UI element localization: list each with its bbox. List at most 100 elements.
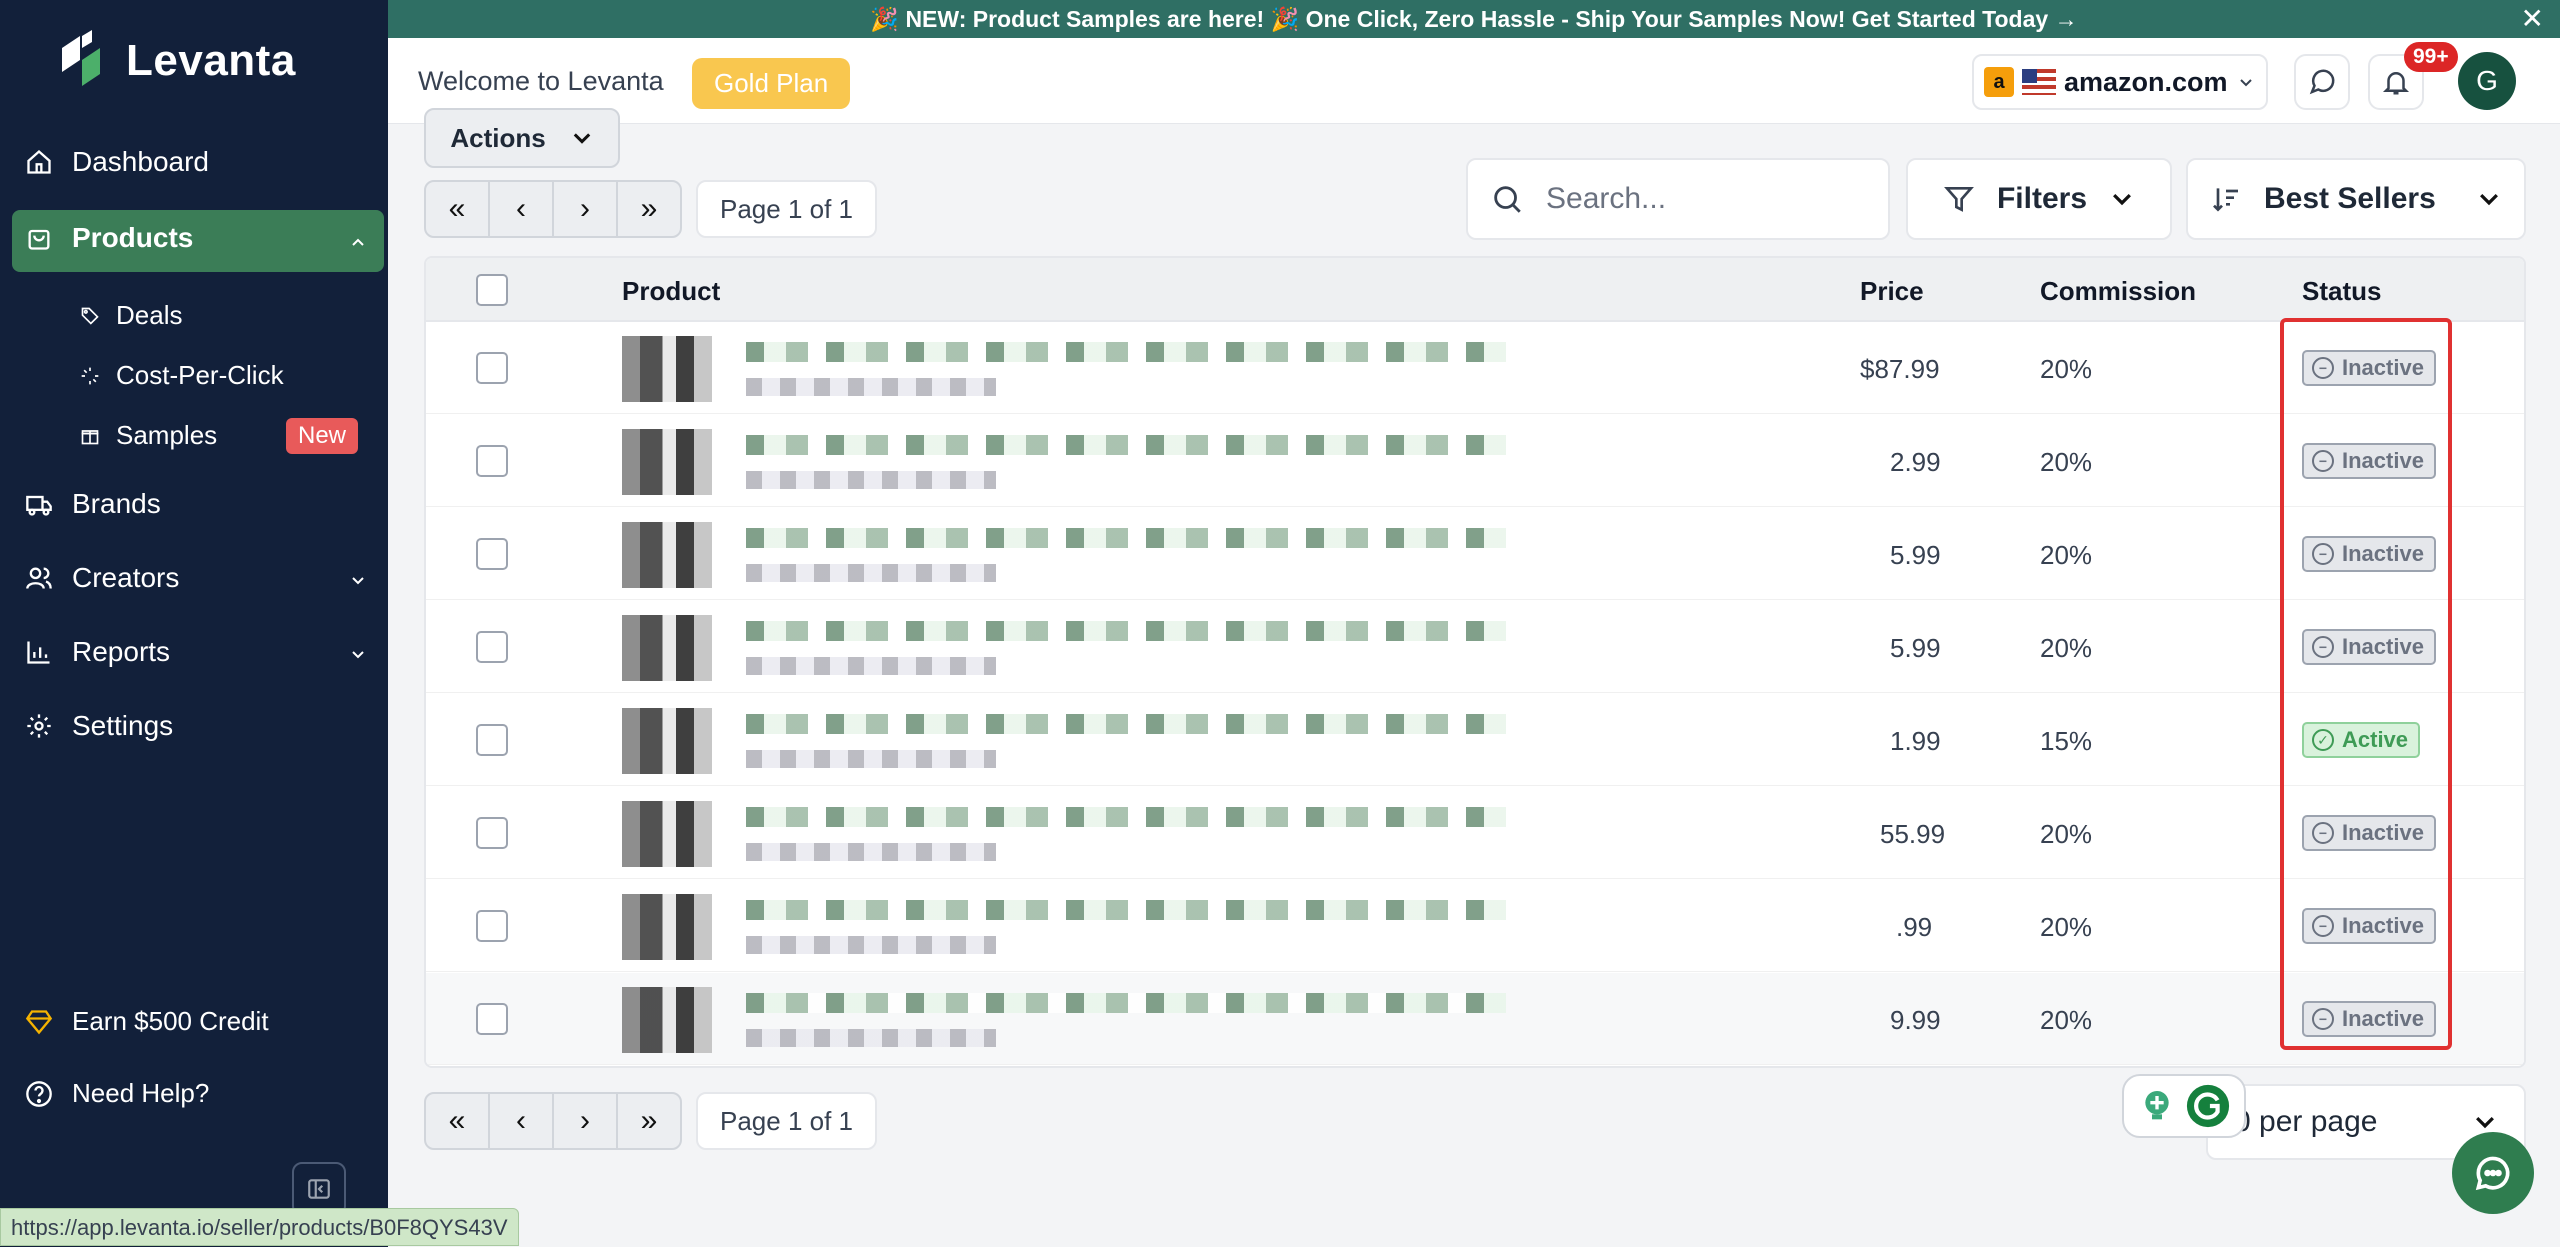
top-pagination: « ‹ › » Page 1 of 1 <box>424 180 877 238</box>
sidebar-subitem-cost-per-click[interactable]: Cost-Per-Click <box>80 360 284 391</box>
chevron-down-icon[interactable] <box>348 644 368 664</box>
first-page-button[interactable]: « <box>424 1092 490 1150</box>
sidebar-item-label: Brands <box>72 488 161 519</box>
gear-icon <box>24 711 54 741</box>
price-value: $87.99 <box>1860 354 1940 384</box>
earn-credit-label: Earn $500 Credit <box>72 1006 269 1036</box>
sort-dropdown[interactable]: Best Sellers <box>2186 158 2526 240</box>
sidebar-subitem-samples[interactable]: Samples <box>80 420 217 451</box>
row-checkbox[interactable] <box>476 631 508 663</box>
announcement-banner[interactable]: 🎉 NEW: Product Samples are here! 🎉 One C… <box>388 0 2560 38</box>
product-image[interactable] <box>622 801 712 867</box>
product-image[interactable] <box>622 987 712 1053</box>
product-image[interactable] <box>622 522 712 588</box>
row-checkbox[interactable] <box>476 1003 508 1035</box>
table-row[interactable]: $87.99 20% − Inactive <box>426 322 2524 414</box>
product-image[interactable] <box>622 894 712 960</box>
sidebar-subitem-label: Samples <box>116 420 218 450</box>
product-image[interactable] <box>622 708 712 774</box>
row-checkbox[interactable] <box>476 538 508 570</box>
row-checkbox[interactable] <box>476 445 508 477</box>
commission-value: 20% <box>2040 912 2093 942</box>
messages-button[interactable] <box>2294 54 2350 110</box>
bag-icon <box>24 223 54 253</box>
commission-value: 20% <box>2040 1005 2093 1035</box>
need-help-label: Need Help? <box>72 1078 210 1108</box>
product-image[interactable] <box>622 336 712 402</box>
table-row[interactable]: 55.99 20% − Inactive <box>426 787 2524 879</box>
gift-icon <box>81 429 99 444</box>
help-icon <box>24 1079 54 1109</box>
row-checkbox[interactable] <box>476 724 508 756</box>
product-title-redacted[interactable] <box>746 528 1506 548</box>
row-checkbox[interactable] <box>476 352 508 384</box>
row-checkbox[interactable] <box>476 817 508 849</box>
table-row[interactable]: .99 20% − Inactive <box>426 880 2524 972</box>
table-row[interactable]: 5.99 20% − Inactive <box>426 508 2524 600</box>
price-value: 55.99 <box>1880 819 1946 849</box>
search-icon <box>1494 186 1521 213</box>
last-page-button[interactable]: » <box>616 180 682 238</box>
sidebar-subitem-deals[interactable]: Deals <box>80 300 182 331</box>
levanta-logo[interactable]: Levanta <box>58 30 296 92</box>
table-row[interactable]: 5.99 20% − Inactive <box>426 601 2524 693</box>
chevron-down-icon[interactable] <box>348 570 368 590</box>
prev-page-button[interactable]: ‹ <box>488 1092 554 1150</box>
bell-icon <box>2382 72 2410 95</box>
notification-count-badge: 99+ <box>2404 42 2458 72</box>
sidebar-item-settings[interactable]: Settings <box>24 710 173 742</box>
product-title-redacted[interactable] <box>746 714 1506 734</box>
need-help-link[interactable]: Need Help? <box>24 1078 209 1109</box>
product-title-redacted[interactable] <box>746 807 1506 827</box>
product-title-redacted[interactable] <box>746 993 1506 1013</box>
prev-page-button[interactable]: ‹ <box>488 180 554 238</box>
grammarly-widget[interactable] <box>2122 1074 2246 1138</box>
filters-label: Filters <box>1996 182 2088 215</box>
sidebar-item-dashboard[interactable]: Dashboard <box>24 146 209 178</box>
sidebar-item-label: Products <box>72 222 194 253</box>
sidebar-item-creators[interactable]: Creators <box>24 562 179 594</box>
plan-badge[interactable]: Gold Plan <box>692 58 851 109</box>
row-checkbox[interactable] <box>476 910 508 942</box>
diamond-icon <box>24 1007 54 1037</box>
welcome-text: Welcome to Levanta <box>418 66 664 96</box>
amazon-icon: a <box>1984 67 2014 97</box>
sidebar-item-brands[interactable]: Brands <box>24 488 161 520</box>
last-page-button[interactable]: » <box>616 1092 682 1150</box>
us-flag-icon <box>2022 69 2056 95</box>
sort-icon <box>2213 188 2238 212</box>
column-header-commission[interactable]: Commission <box>2040 276 2196 307</box>
actions-dropdown[interactable]: Actions <box>424 108 620 168</box>
support-chat-button[interactable] <box>2452 1132 2534 1214</box>
logo-mark-icon <box>58 30 104 92</box>
search-input[interactable]: Search... <box>1466 158 1890 240</box>
sidebar-item-reports[interactable]: Reports <box>24 636 170 668</box>
product-title-redacted[interactable] <box>746 435 1506 455</box>
first-page-button[interactable]: « <box>424 180 490 238</box>
earn-credit-link[interactable]: Earn $500 Credit <box>24 1006 269 1037</box>
filter-icon <box>1944 187 1974 212</box>
product-image[interactable] <box>622 615 712 681</box>
sidebar-item-products[interactable]: Products <box>24 222 193 254</box>
per-page-label: 0 per page <box>2234 1105 2378 1138</box>
product-title-redacted[interactable] <box>746 900 1506 920</box>
filters-dropdown[interactable]: Filters <box>1906 158 2172 240</box>
column-header-price[interactable]: Price <box>1860 276 1924 307</box>
select-all-checkbox[interactable] <box>476 274 508 306</box>
product-image[interactable] <box>622 429 712 495</box>
chevron-up-icon[interactable] <box>348 232 368 252</box>
table-row[interactable]: 9.99 20% − Inactive <box>426 973 2524 1065</box>
column-header-product[interactable]: Product <box>622 276 720 307</box>
product-title-redacted[interactable] <box>746 621 1506 641</box>
product-title-redacted[interactable] <box>746 342 1506 362</box>
table-row[interactable]: 2.99 20% − Inactive <box>426 415 2524 507</box>
price-value: 2.99 <box>1890 447 1941 477</box>
top-header: Welcome to Levanta Gold Plan a amazon.co… <box>388 38 2560 124</box>
table-row[interactable]: 1.99 15% ✓ Active <box>426 694 2524 786</box>
marketplace-selector[interactable]: a amazon.com <box>1972 54 2268 110</box>
next-page-button[interactable]: › <box>552 180 618 238</box>
close-icon[interactable]: ✕ <box>2521 0 2544 38</box>
avatar[interactable]: G <box>2458 52 2516 110</box>
column-header-status[interactable]: Status <box>2302 276 2381 307</box>
next-page-button[interactable]: › <box>552 1092 618 1150</box>
